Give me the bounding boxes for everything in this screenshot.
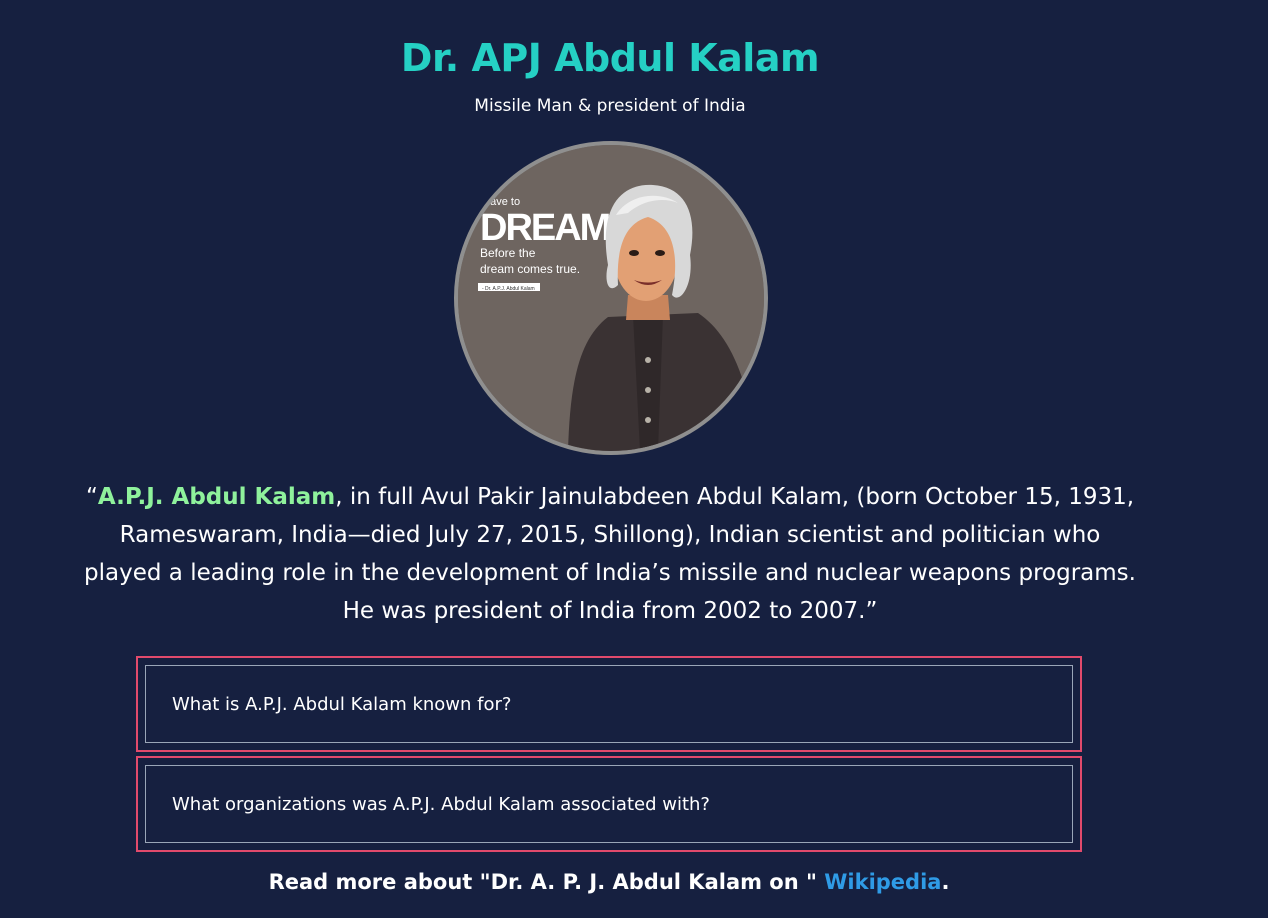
wikipedia-link[interactable]: Wikipedia — [824, 870, 941, 894]
faq-question-button[interactable]: What organizations was A.P.J. Abdul Kala… — [145, 765, 1073, 843]
read-more-prefix: Read more about "Dr. A. P. J. Abdul Kala… — [268, 870, 825, 894]
quote-open-mark: “ — [85, 484, 98, 510]
page-subtitle: Missile Man & president of India — [474, 96, 746, 116]
faq-question-text: What is A.P.J. Abdul Kalam known for? — [172, 693, 512, 715]
faq-item: What is A.P.J. Abdul Kalam known for? — [136, 656, 1082, 752]
quote-close-mark: ” — [865, 598, 878, 624]
page-title: Dr. APJ Abdul Kalam — [400, 36, 820, 80]
quote-name-highlight: A.P.J. Abdul Kalam — [97, 484, 336, 510]
portrait-credit: - Dr. A.P.J. Abdul Kalam — [482, 286, 535, 292]
portrait-caption-3: Before the — [480, 246, 536, 260]
bio-quote: “A.P.J. Abdul Kalam, in full Avul Pakir … — [80, 478, 1140, 630]
portrait-caption-2: DREAM — [480, 207, 610, 249]
faq-item: What organizations was A.P.J. Abdul Kala… — [136, 756, 1082, 852]
read-more-suffix: . — [941, 870, 950, 894]
page: Dr. APJ Abdul Kalam Missile Man & presid… — [0, 0, 1268, 918]
portrait-caption-4: dream comes true. — [480, 262, 580, 276]
read-more: Read more about "Dr. A. P. J. Abdul Kala… — [0, 870, 1218, 894]
portrait-image: have to DREAM Before the dream comes tru… — [454, 141, 768, 455]
faq-question-button[interactable]: What is A.P.J. Abdul Kalam known for? — [145, 665, 1073, 743]
faq-question-text: What organizations was A.P.J. Abdul Kala… — [172, 793, 710, 815]
